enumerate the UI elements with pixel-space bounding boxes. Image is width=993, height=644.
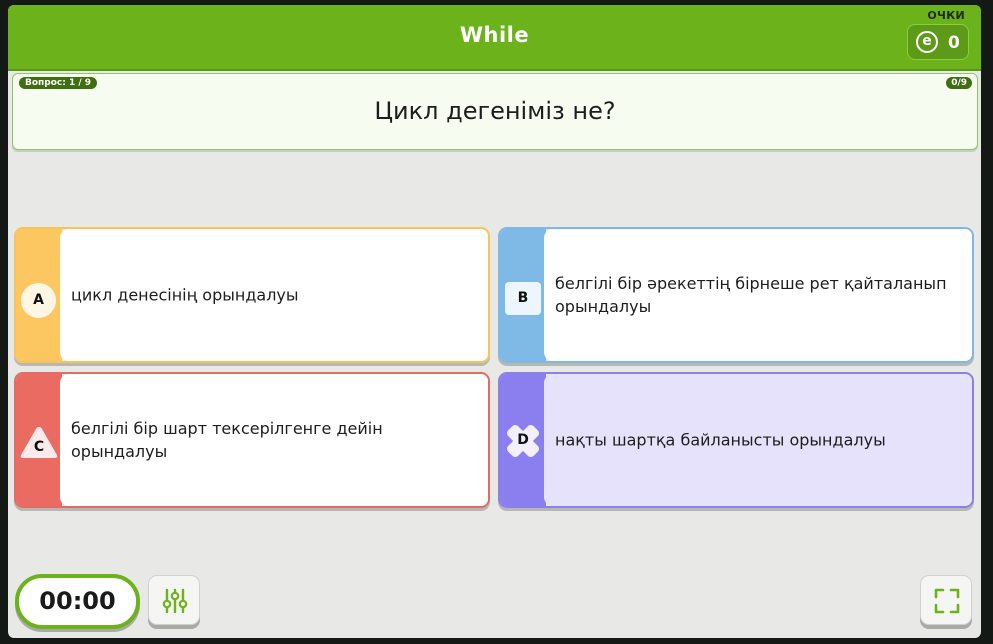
question-card: Вопрос: 1 / 9 0/9 Цикл дегеніміз не?: [12, 73, 978, 150]
settings-button[interactable]: [148, 575, 200, 625]
points-value: 0: [948, 33, 960, 53]
cross-shape-icon: D: [504, 422, 542, 460]
points-counter: e 0: [907, 24, 969, 60]
answer-text: нақты шартқа байланысты орындалуы: [555, 430, 886, 450]
answer-option-b[interactable]: B белгілі бір әрекеттің бірнеше рет қайт…: [498, 227, 974, 363]
square-shape-icon: B: [505, 282, 541, 315]
shape-letter: C: [33, 439, 45, 455]
circle-shape-icon: A: [21, 283, 56, 318]
answer-body: нақты шартқа байланысты орындалуы: [544, 374, 972, 506]
progress-badge: 0/9: [946, 77, 972, 89]
sliders-icon: [162, 588, 188, 614]
coin-icon: e: [916, 31, 938, 53]
quiz-title: While: [459, 23, 530, 47]
answer-option-d[interactable]: D нақты шартқа байланысты орындалуы: [498, 372, 974, 508]
answer-option-c[interactable]: C белгілі бір шарт тексерілгенге дейін о…: [14, 372, 490, 508]
timer-display: 00:00: [15, 574, 140, 629]
shape-letter: D: [517, 432, 529, 448]
question-number-badge: Вопрос: 1 / 9: [19, 77, 98, 89]
question-text: Цикл дегеніміз не?: [374, 97, 616, 125]
fullscreen-button[interactable]: [920, 575, 972, 625]
answer-text: белгілі бір шарт тексерілгенге дейін оры…: [71, 419, 383, 461]
answer-body: белгілі бір шарт тексерілгенге дейін оры…: [60, 374, 488, 506]
points-label: ОЧКИ: [927, 9, 965, 22]
answer-text: белгілі бір әрекеттің бірнеше рет қайтал…: [555, 274, 947, 316]
quiz-screen: While ОЧКИ e 0 Вопрос: 1 / 9 0/9 Цикл де…: [8, 5, 981, 638]
answer-body: белгілі бір әрекеттің бірнеше рет қайтал…: [544, 229, 972, 361]
answer-option-a[interactable]: A цикл денесінің орындалуы: [14, 227, 490, 363]
header-bar: While ОЧКИ e 0: [8, 5, 981, 71]
answer-text: цикл денесінің орындалуы: [71, 285, 299, 305]
answer-body: цикл денесінің орындалуы: [60, 229, 488, 361]
fullscreen-icon: [934, 588, 960, 614]
triangle-shape-icon: C: [19, 424, 59, 460]
